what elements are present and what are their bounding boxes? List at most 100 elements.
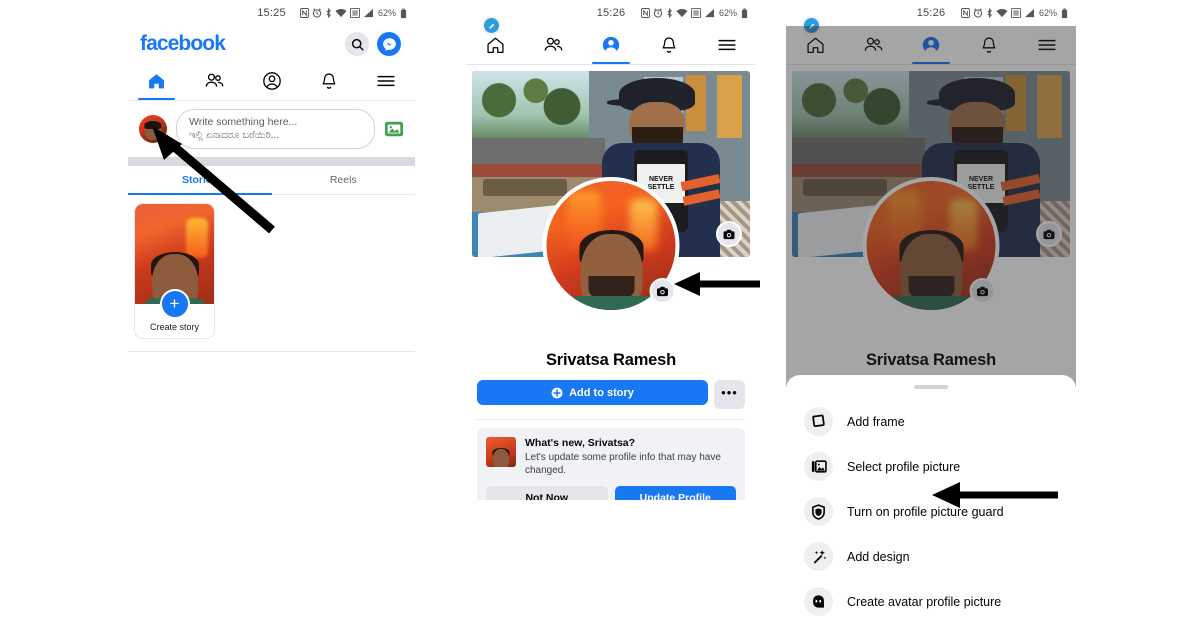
profile-icon: [602, 36, 620, 54]
alarm-icon: [653, 8, 663, 18]
hamburger-icon: [377, 75, 395, 87]
profile-picture-camera-button[interactable]: [649, 278, 676, 304]
bottom-nav-tabs: [128, 62, 415, 101]
friends-icon: [205, 73, 223, 87]
wifi-icon: [676, 9, 688, 18]
create-story-plus-icon: +: [159, 289, 190, 319]
status-icons: 62%: [640, 0, 748, 26]
edit-badge-icon: [482, 16, 501, 35]
more-options-button[interactable]: •••: [714, 380, 745, 409]
nfc-icon: [299, 8, 309, 18]
active-tab-indicator: [138, 97, 176, 100]
sheet-item-profile-picture-guard[interactable]: Turn on profile picture guard: [786, 489, 1076, 534]
screenshot-stage: 15:25 62% facebook Write something here.…: [0, 0, 1200, 630]
sheet-item-add-design[interactable]: Add design: [786, 534, 1076, 579]
page-title: Srivatsa Ramesh: [546, 351, 676, 369]
friends-icon: [544, 37, 562, 51]
camera-icon: [723, 229, 735, 239]
whats-new-top: What's new, Srivatsa? Let's update some …: [482, 16, 736, 477]
sidebar-item-home[interactable]: [128, 62, 185, 100]
sheet-item-add-frame[interactable]: Add frame: [786, 399, 1076, 444]
post-composer: Write something here... ಇಲ್ಲಿ ಏನಾದರೂ ಬರೆ…: [128, 101, 415, 157]
alarm-icon: [312, 8, 322, 18]
phone-panel-profile: 15:26 62% NEVER SETTLE Srivatsa Ramesh A…: [466, 0, 756, 500]
sheet-item-label: Create avatar profile picture: [847, 594, 1002, 609]
profile-picture-options-sheet: Add frame Select profile picture Turn on…: [786, 375, 1076, 630]
update-profile-button[interactable]: Update Profile: [614, 486, 736, 500]
bluetooth-icon: [326, 8, 331, 18]
phone-panel-feed: 15:25 62% facebook Write something here.…: [128, 0, 415, 358]
whats-new-body: Let's update some profile info that may …: [525, 452, 721, 476]
messenger-icon: [382, 37, 396, 51]
magic-wand-icon: [804, 542, 833, 571]
sheet-item-select-profile-picture[interactable]: Select profile picture: [786, 444, 1076, 489]
messenger-button[interactable]: [377, 32, 401, 56]
wifi-icon: [335, 9, 347, 18]
composer-avatar[interactable]: [139, 115, 167, 143]
camera-icon: [657, 286, 668, 296]
pencil-icon: [488, 23, 494, 29]
home-icon: [486, 37, 504, 53]
create-story-label: Create story: [149, 322, 200, 332]
gallery-button[interactable]: [384, 120, 404, 138]
bell-icon: [662, 36, 676, 53]
whats-new-card: What's new, Srivatsa? Let's update some …: [477, 16, 745, 500]
composer-placeholder-kn: ಇಲ್ಲಿ ಏನಾದರೂ ಬರೆಯಿರಿ...: [189, 130, 280, 141]
tab-stories[interactable]: Stories: [128, 166, 272, 195]
bell-icon: [322, 72, 336, 89]
sidebar-item-profile[interactable]: [243, 62, 300, 100]
nfc-icon: [640, 8, 650, 18]
facebook-header: facebook: [128, 26, 415, 62]
battery-percent: 62%: [377, 8, 396, 18]
tab-reels[interactable]: Reels: [272, 166, 416, 194]
sidebar-item-friends[interactable]: [524, 26, 582, 64]
profile-picture-wrapper: [542, 177, 680, 314]
active-tab-indicator: [592, 61, 630, 64]
sidebar-item-menu[interactable]: [358, 62, 415, 100]
profile-actions: Add to story •••: [466, 370, 756, 409]
battery-percent: 62%: [1038, 8, 1057, 18]
section-divider: [128, 157, 415, 166]
header-actions: [345, 32, 401, 56]
battery-percent: 62%: [718, 8, 737, 18]
composer-placeholder-en: Write something here...: [189, 116, 298, 128]
status-time: 15:25: [257, 7, 286, 19]
status-icons: 62%: [299, 0, 407, 26]
search-button[interactable]: [345, 32, 369, 56]
active-tab-indicator: [128, 192, 272, 195]
composer-input[interactable]: Write something here... ಇಲ್ಲಿ ಏನಾದರೂ ಬರೆ…: [176, 109, 375, 149]
not-now-button[interactable]: Not Now: [486, 486, 608, 500]
battery-icon: [400, 8, 407, 18]
tab-stories-label: Stories: [181, 174, 218, 186]
bluetooth-icon: [987, 8, 992, 18]
shield-icon: [804, 497, 833, 526]
profile-header-area: NEVER SETTLE: [466, 65, 756, 314]
sidebar-item-notifications[interactable]: [300, 62, 357, 100]
sheet-item-label: Select profile picture: [847, 459, 961, 474]
screen-record-icon: [1010, 8, 1021, 18]
screen-record-icon: [690, 8, 701, 18]
cover-photo-camera-button[interactable]: [716, 221, 742, 247]
sidebar-item-friends[interactable]: [185, 62, 242, 100]
tab-reels-label: Reels: [329, 174, 357, 186]
nfc-icon: [960, 8, 970, 18]
photo-icon: [804, 452, 833, 481]
add-to-story-label: Add to story: [569, 386, 634, 399]
sidebar-item-notifications[interactable]: [640, 26, 698, 64]
stories-row: + Create story: [128, 195, 415, 345]
plus-circle-icon: [551, 387, 563, 398]
profile-icon: [262, 72, 281, 90]
search-icon: [351, 38, 364, 51]
screen-record-icon: [349, 8, 360, 18]
sidebar-item-profile[interactable]: [582, 26, 640, 64]
status-icons: 62%: [960, 0, 1068, 26]
add-to-story-button[interactable]: Add to story: [477, 380, 708, 405]
sheet-drag-handle[interactable]: [914, 385, 948, 389]
create-story-card[interactable]: + Create story: [134, 203, 215, 339]
status-bar: 15:25 62%: [128, 0, 415, 26]
sidebar-item-menu[interactable]: [698, 26, 756, 64]
status-bar: 15:26 62%: [466, 0, 756, 26]
sheet-item-create-avatar[interactable]: Create avatar profile picture: [786, 579, 1076, 624]
phone-panel-profile-sheet: 15:26 62% NEVER SETTLE Srivatsa Ramesh A…: [786, 0, 1076, 630]
status-time: 15:26: [916, 7, 946, 19]
